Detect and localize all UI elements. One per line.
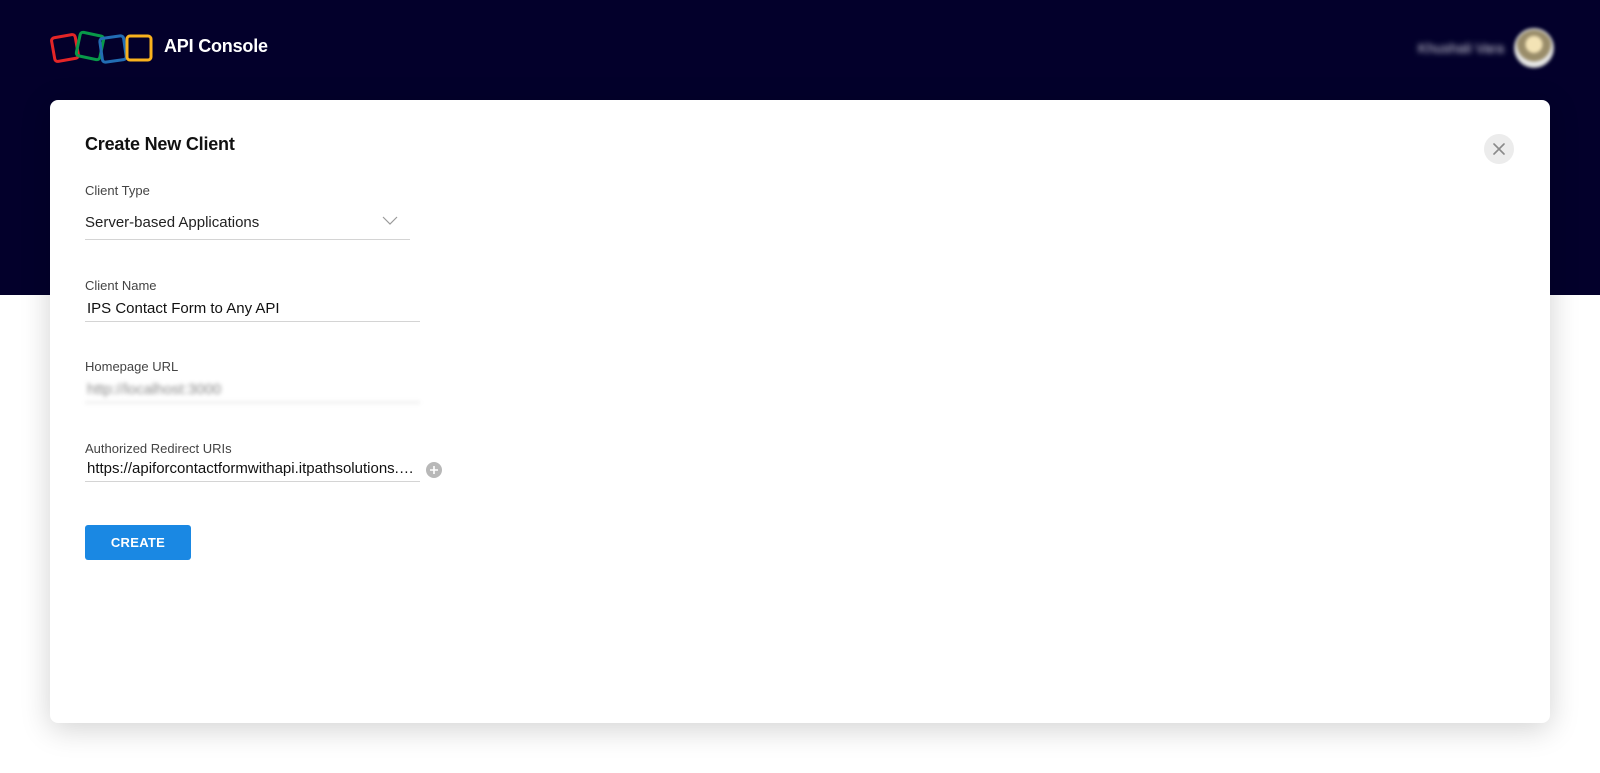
modal-title: Create New Client bbox=[85, 134, 235, 154]
zoho-logo bbox=[50, 30, 153, 64]
close-button[interactable] bbox=[1484, 134, 1514, 164]
redirect-uri-field[interactable]: https://apiforcontactformwithapi.itpaths… bbox=[85, 456, 420, 482]
homepage-url-field[interactable] bbox=[85, 377, 420, 403]
avatar[interactable] bbox=[1514, 28, 1554, 68]
app-title: API Console bbox=[164, 36, 268, 56]
plus-icon bbox=[430, 466, 438, 474]
create-button[interactable]: CREATE bbox=[85, 525, 191, 560]
client-name-field[interactable] bbox=[85, 296, 420, 322]
close-icon bbox=[1493, 143, 1505, 155]
client-name-label: Client Name bbox=[85, 278, 157, 293]
chevron-down-icon bbox=[382, 216, 398, 225]
add-uri-button[interactable] bbox=[426, 462, 442, 478]
client-type-label: Client Type bbox=[85, 183, 150, 198]
client-type-select[interactable]: Server-based Applications bbox=[85, 205, 410, 240]
create-client-modal: Create New Client Client Type Server-bas… bbox=[50, 100, 1550, 723]
user-name: Khushali Vara bbox=[1417, 40, 1504, 56]
redirect-uris-label: Authorized Redirect URIs bbox=[85, 441, 232, 456]
homepage-url-label: Homepage URL bbox=[85, 359, 179, 374]
client-type-value: Server-based Applications bbox=[85, 214, 260, 231]
user-menu[interactable]: Khushali Vara bbox=[1418, 28, 1554, 68]
